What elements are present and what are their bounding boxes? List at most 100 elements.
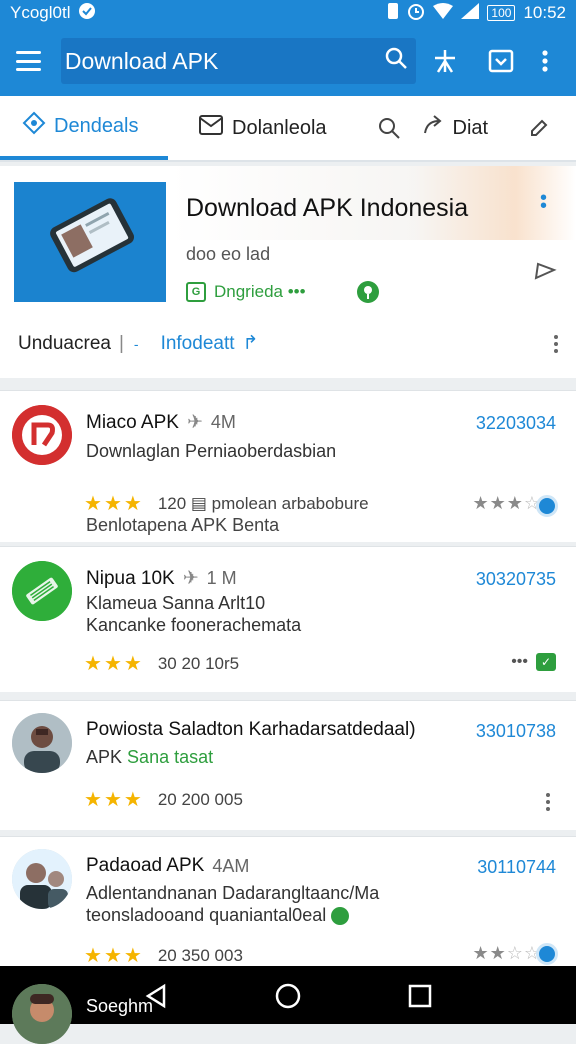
app-icon: [12, 561, 72, 621]
star-icon: ★: [84, 945, 102, 967]
star-icon: ★: [84, 653, 102, 675]
secondary-rating: ★ ★ ★ ☆: [472, 493, 540, 513]
rating-text: 30 20 10r5: [157, 653, 240, 673]
google-play-icon: G: [186, 282, 206, 302]
app-subtitle: Kancanke foonerachemata: [86, 615, 302, 635]
more-options-icon[interactable]: [524, 39, 566, 83]
tab-label: Dendeals: [54, 114, 139, 137]
star-person-icon[interactable]: [424, 39, 466, 83]
rating-text: 120 ▤ pmolean arbabobure: [157, 493, 369, 513]
recents-button[interactable]: [402, 978, 438, 1014]
hero-row-label: Unduacrea: [18, 332, 111, 354]
star-icon: ★: [103, 493, 122, 515]
user-avatar: [12, 713, 72, 773]
star-icon: ★: [123, 945, 142, 967]
more-options-icon[interactable]: •••: [511, 653, 528, 671]
pin-icon: ✈: [182, 568, 199, 589]
more-options-icon[interactable]: [554, 334, 558, 353]
app-title: Miaco APK: [86, 411, 179, 433]
hero-tag-text: Dngrieda •••: [214, 282, 306, 301]
app-subtitle: Benlotapena APK Benta: [86, 515, 280, 535]
share-arrow-icon[interactable]: [532, 256, 558, 287]
star-icon: ★: [103, 789, 122, 811]
featured-card[interactable]: Download APK Indonesia • • doo eo lad G D…: [0, 166, 576, 378]
app-subtitle: teonsladooand quaniantal0eal: [86, 905, 350, 926]
app-number: 30110744: [477, 857, 556, 877]
app-bar: Download APK: [0, 26, 576, 96]
list-item[interactable]: Nipua 10K ✈ 1 M 30320735 Klameua Sanna A…: [0, 546, 576, 692]
app-description: Klameua Sanna Arlt10: [86, 593, 266, 613]
app-subtitle-text: teonsladooand quaniantal0eal: [86, 905, 327, 925]
app-title-row: Miaco APK ✈ 4M: [86, 411, 236, 434]
app-title: Powiosta Saladton Karhadarsatdedaal): [86, 719, 416, 740]
inbox-icon[interactable]: [480, 39, 522, 83]
info-link[interactable]: Infodeatt: [161, 333, 235, 355]
battery-icon: 100: [487, 5, 516, 21]
check-badge-icon: ✓: [536, 653, 556, 671]
menu-icon[interactable]: [16, 51, 41, 71]
back-button[interactable]: [138, 978, 174, 1014]
deals-icon: [22, 111, 46, 141]
app-description-text: APK: [86, 747, 123, 767]
rating-text: 20 200 005: [157, 789, 243, 809]
user-avatar: [12, 849, 72, 909]
search-text: Download APK: [64, 47, 219, 74]
share-icon: [421, 113, 445, 143]
alarm-icon: [407, 2, 425, 25]
tab-label: Diat: [452, 116, 489, 139]
dropdown-icon[interactable]: ‑: [134, 336, 139, 352]
user-avatar: [12, 984, 72, 1044]
carrier-label: Ycogl0tl: [10, 3, 71, 22]
tab-diat[interactable]: Diat: [411, 96, 499, 160]
app-number: 32203034: [475, 413, 556, 433]
app-description: Downlaglan Perniaoberdasbian: [86, 441, 337, 461]
app-number: 33010738: [475, 721, 556, 741]
more-options-icon[interactable]: [546, 793, 550, 811]
list-item[interactable]: Miaco APK ✈ 4M 32203034 Downlaglan Perni…: [0, 390, 576, 542]
tab-label: Dolanleola: [232, 116, 327, 139]
list-item[interactable]: Padaoad APK 4AM 30110744 Adlentandnanan …: [0, 836, 576, 970]
edit-icon[interactable]: [518, 96, 560, 160]
app-tag: Sana tasat: [127, 747, 214, 767]
tab-bar: Dendeals Dolanleola Diat: [0, 96, 576, 162]
tab-dendeals[interactable]: Dendeals: [0, 96, 168, 160]
clock: 10:52: [523, 3, 566, 22]
rating: ★ ★ ★ 20 200 005: [84, 787, 243, 812]
search-tab-icon[interactable]: [367, 96, 411, 160]
notification-icon: [78, 2, 96, 25]
profile-icon[interactable]: [536, 943, 558, 965]
app-title-row: Powiosta Saladton Karhadarsatdedaal): [86, 719, 416, 741]
app-title: Nipua 10K: [86, 567, 175, 589]
arrow-icon[interactable]: ↱: [243, 332, 259, 355]
app-meta: 4AM: [212, 855, 250, 876]
search-field[interactable]: Download APK: [60, 38, 416, 84]
app-description: Adlentandnanan Dadarangltaanc/Ma: [86, 883, 380, 903]
more-options-icon[interactable]: • •: [540, 188, 547, 216]
star-icon: ★: [103, 653, 122, 675]
signal-icon: [461, 2, 480, 24]
profile-icon[interactable]: [536, 495, 558, 517]
hero-title: Download APK Indonesia: [186, 194, 469, 222]
separator: |: [118, 332, 124, 354]
rating: ★ ★ ★ 20 350 003: [84, 943, 243, 968]
status-bar: Ycogl0tl 100 10:52: [0, 0, 576, 26]
rating: ★ ★ ★ 30 20 10r5: [84, 651, 239, 676]
vibrate-icon: [387, 2, 399, 25]
location-icon[interactable]: [356, 280, 380, 309]
mail-icon: [198, 114, 224, 142]
app-description: APK Sana tasat: [86, 747, 213, 768]
hero-tag: G Dngrieda •••: [186, 282, 306, 302]
list-item[interactable]: Powiosta Saladton Karhadarsatdedaal) 330…: [0, 700, 576, 830]
search-icon[interactable]: [384, 46, 408, 76]
pin-icon: ✈: [186, 412, 203, 433]
home-button[interactable]: [270, 978, 306, 1014]
tab-dolanleola[interactable]: Dolanleola: [188, 96, 337, 160]
rating: ★ ★ ★ 120 ▤ pmolean arbabobure: [84, 491, 369, 516]
star-icon: ★: [123, 789, 142, 811]
star-icon: ★: [123, 653, 142, 675]
star-icon: ★: [84, 789, 102, 811]
app-meta: 1 M: [206, 568, 237, 588]
system-nav-bar: Soeghm: [0, 966, 576, 1044]
app-title-row: Nipua 10K ✈ 1 M: [86, 567, 237, 590]
hero-subtitle: doo eo lad: [186, 244, 271, 264]
